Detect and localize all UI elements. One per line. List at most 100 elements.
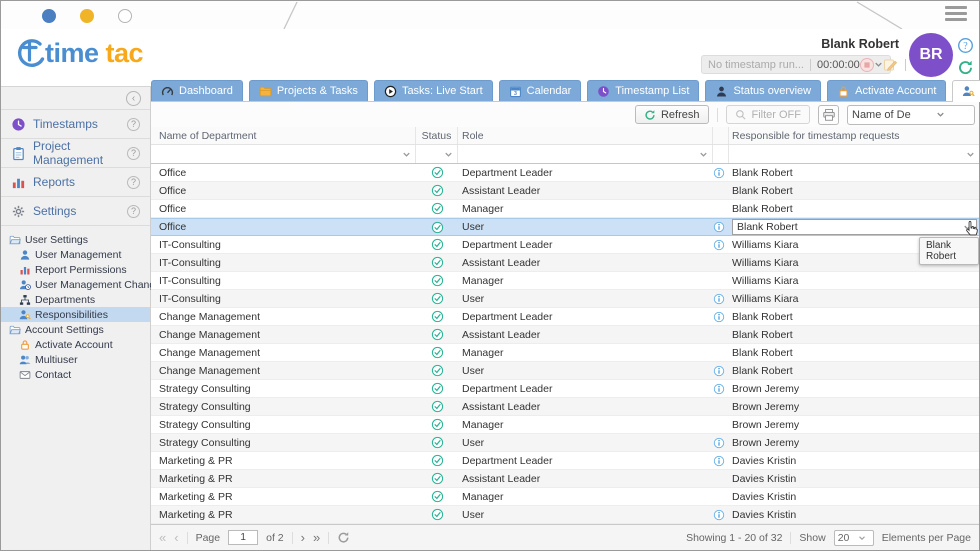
cell-info — [713, 182, 729, 199]
column-header-department[interactable]: Name of Department — [151, 127, 416, 144]
cell-info[interactable] — [713, 290, 729, 307]
cell-department: Strategy Consulting — [151, 434, 416, 451]
check-circle-icon — [431, 472, 444, 485]
table-row[interactable]: IT-ConsultingUserWilliams Kiara — [151, 290, 979, 308]
page-size-select[interactable]: 20 — [834, 530, 874, 546]
cell-info[interactable] — [713, 452, 729, 469]
filter-responsible[interactable] — [729, 145, 979, 163]
table-row[interactable]: IT-ConsultingAssistant LeaderWilliams Ki… — [151, 254, 979, 272]
sidebar-item-timestamps[interactable]: Timestamps? — [1, 110, 150, 139]
chevron-down-icon[interactable] — [698, 149, 709, 160]
table-row[interactable]: OfficeUserBlank Robert — [151, 218, 979, 236]
responsible-combobox[interactable]: Blank Robert — [732, 219, 977, 235]
chevron-left-icon[interactable]: ‹ — [126, 91, 141, 106]
cell-info[interactable] — [713, 236, 729, 253]
table-row[interactable]: Marketing & PRManagerDavies Kristin — [151, 488, 979, 506]
avatar[interactable]: BR — [909, 33, 953, 77]
cell-responsible: Brown Jeremy — [729, 416, 979, 433]
tab-activate-account[interactable]: Activate Account — [827, 80, 946, 101]
column-select[interactable]: Name of Department, Statu — [847, 105, 975, 125]
chevron-down-icon[interactable] — [401, 149, 412, 160]
table-row[interactable]: Marketing & PRUserDavies Kristin — [151, 506, 979, 524]
tab-dashboard[interactable]: Dashboard — [151, 80, 243, 101]
prev-page-button[interactable]: ‹ — [174, 531, 178, 544]
print-button[interactable] — [818, 105, 839, 125]
cell-info — [713, 344, 729, 361]
cell-role: Department Leader — [458, 308, 713, 325]
cell-status — [416, 182, 458, 199]
sidebar-item-project-management[interactable]: Project Management? — [1, 139, 150, 168]
refresh-icon[interactable] — [337, 531, 350, 544]
table-row[interactable]: Marketing & PRAssistant LeaderDavies Kri… — [151, 470, 979, 488]
cell-info[interactable] — [713, 164, 729, 181]
tab-timestamp-list[interactable]: Timestamp List — [587, 80, 699, 101]
sidebar-tree-item-activate-account[interactable]: Activate Account — [1, 337, 150, 352]
first-page-button[interactable]: « — [159, 531, 166, 544]
next-page-button[interactable]: › — [301, 531, 305, 544]
column-header-role[interactable]: Role — [458, 127, 713, 144]
table-row[interactable]: OfficeManagerBlank Robert — [151, 200, 979, 218]
table-row[interactable]: Strategy ConsultingDepartment LeaderBrow… — [151, 380, 979, 398]
help-icon[interactable]: ? — [127, 147, 140, 160]
table-row[interactable]: IT-ConsultingManagerWilliams Kiara — [151, 272, 979, 290]
sidebar-tree-item-departments[interactable]: Departments — [1, 292, 150, 307]
departments-icon — [19, 294, 31, 306]
help-icon[interactable]: ? — [127, 118, 140, 131]
chevron-down-icon[interactable] — [965, 149, 976, 160]
sidebar-tree-item-contact[interactable]: Contact — [1, 367, 150, 382]
sidebar-tree-item-user-settings[interactable]: User Settings — [1, 232, 150, 247]
filter-role[interactable] — [458, 145, 713, 163]
table-row[interactable]: Marketing & PRDepartment LeaderDavies Kr… — [151, 452, 979, 470]
tree-item-label: Account Settings — [25, 324, 104, 336]
cell-info[interactable] — [713, 380, 729, 397]
sidebar-tree-item-user-management-changelog[interactable]: User Management Changelog — [1, 277, 150, 292]
hamburger-icon[interactable] — [945, 6, 967, 24]
help-icon[interactable]: ? — [127, 205, 140, 218]
sidebar-item-settings[interactable]: Settings? — [1, 197, 150, 226]
help-icon[interactable]: ? — [127, 176, 140, 189]
cell-info[interactable] — [713, 362, 729, 379]
tab-responsibilities[interactable]: Responsibilities× — [952, 80, 980, 102]
table-row[interactable]: Change ManagementUserBlank Robert — [151, 362, 979, 380]
sidebar-tree-item-user-management[interactable]: User Management — [1, 247, 150, 262]
table-row[interactable]: OfficeDepartment LeaderBlank Robert — [151, 164, 979, 182]
cell-info — [713, 254, 729, 271]
table-row[interactable]: Change ManagementDepartment LeaderBlank … — [151, 308, 979, 326]
column-header-status[interactable]: Status — [416, 127, 458, 144]
cell-info — [713, 200, 729, 217]
table-row[interactable]: Change ManagementAssistant LeaderBlank R… — [151, 326, 979, 344]
sidebar-item-reports[interactable]: Reports? — [1, 168, 150, 197]
sidebar-tree-item-multiuser[interactable]: Multiuser — [1, 352, 150, 367]
page-input[interactable]: 1 — [228, 530, 258, 545]
combobox-value: Blank Robert — [737, 221, 798, 233]
tab-tasks-live-start[interactable]: Tasks: Live Start — [374, 80, 493, 101]
filter-department[interactable] — [151, 145, 416, 163]
refresh-button[interactable]: Refresh — [635, 105, 709, 124]
help-icon[interactable]: ? — [957, 37, 974, 54]
refresh-icon[interactable] — [957, 59, 974, 76]
cell-status — [416, 308, 458, 325]
filter-off-button[interactable]: Filter OFF — [726, 105, 811, 124]
filter-status[interactable] — [416, 145, 458, 163]
last-page-button[interactable]: » — [313, 531, 320, 544]
sidebar-tree-item-report-permissions[interactable]: Report Permissions — [1, 262, 150, 277]
chevron-down-icon[interactable] — [443, 149, 454, 160]
table-row[interactable]: IT-ConsultingDepartment LeaderWilliams K… — [151, 236, 979, 254]
sidebar-tree-item-responsibilities[interactable]: Responsibilities — [1, 307, 150, 322]
tab-calendar[interactable]: 3Calendar — [499, 80, 582, 101]
cell-info[interactable] — [713, 219, 729, 235]
table-row[interactable]: Strategy ConsultingManagerBrown Jeremy — [151, 416, 979, 434]
cell-info[interactable] — [713, 434, 729, 451]
tab-status-overview[interactable]: Status overview — [705, 80, 821, 101]
cell-info[interactable] — [713, 308, 729, 325]
cell-info[interactable] — [713, 506, 729, 523]
sidebar-tree-item-account-settings[interactable]: Account Settings — [1, 322, 150, 337]
table-row[interactable]: Strategy ConsultingAssistant LeaderBrown… — [151, 398, 979, 416]
tab-projects-tasks[interactable]: Projects & Tasks — [249, 80, 368, 101]
cell-responsible: Williams Kiara — [729, 290, 979, 307]
table-row[interactable]: Change ManagementManagerBlank Robert — [151, 344, 979, 362]
table-row[interactable]: OfficeAssistant LeaderBlank Robert — [151, 182, 979, 200]
column-header-responsible[interactable]: Responsible for timestamp requests — [729, 127, 979, 144]
cell-department: Change Management — [151, 326, 416, 343]
table-row[interactable]: Strategy ConsultingUserBrown Jeremy — [151, 434, 979, 452]
